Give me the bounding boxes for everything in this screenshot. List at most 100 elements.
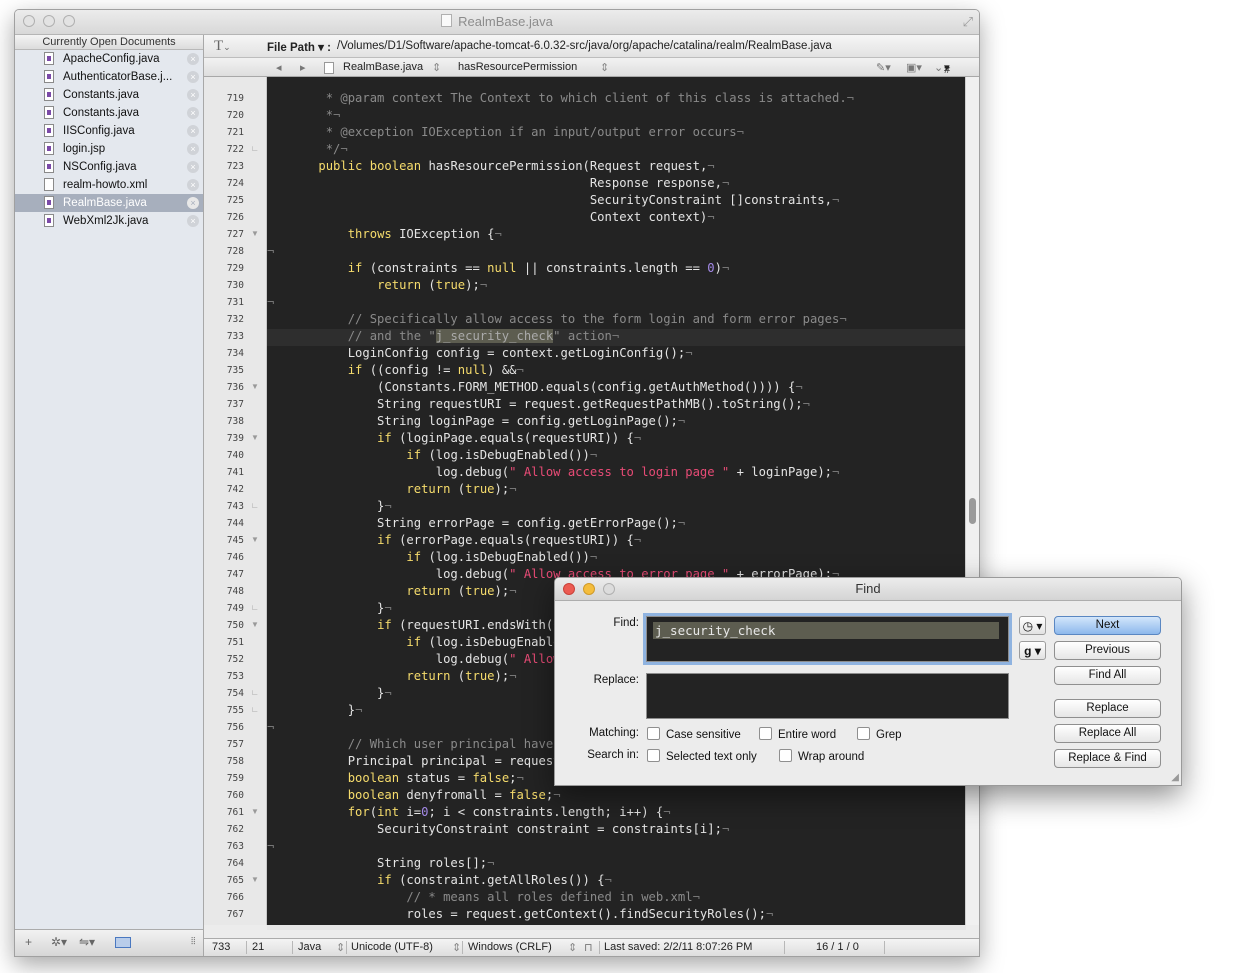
case-sensitive-checkbox[interactable]: Case sensitive	[647, 727, 741, 741]
entire-word-box[interactable]	[759, 727, 772, 740]
close-document-icon[interactable]: ×	[187, 53, 199, 65]
close-document-icon[interactable]: ×	[187, 107, 199, 119]
forward-arrow-icon[interactable]: ▸	[300, 61, 306, 74]
vertical-scrollbar[interactable]	[965, 77, 979, 925]
close-document-icon[interactable]: ×	[187, 215, 199, 227]
code-line[interactable]: SecurityConstraint constraint = constrai…	[267, 822, 965, 839]
fold-end-icon[interactable]: ∟	[251, 603, 259, 612]
grep-checkbox[interactable]: Grep	[857, 727, 902, 741]
code-view[interactable]: * @param context The Context to which cl…	[267, 77, 965, 925]
resize-grip-icon[interactable]: ◢	[1171, 772, 1179, 783]
entire-word-checkbox[interactable]: Entire word	[759, 727, 836, 741]
fold-end-icon[interactable]: ∟	[251, 688, 259, 697]
code-line[interactable]: ¬	[267, 839, 965, 856]
gear-icon[interactable]: ✲▾	[51, 935, 67, 949]
fold-open-icon[interactable]: ▼	[251, 535, 259, 544]
code-line[interactable]: Response response,¬	[267, 176, 965, 193]
marker-icon[interactable]: ✎▾	[876, 61, 891, 74]
close-document-icon[interactable]: ×	[187, 143, 199, 155]
document-menu-icon[interactable]: ▣▾	[906, 61, 922, 74]
code-line[interactable]: if (constraint.getAllRoles()) {¬	[267, 873, 965, 890]
file-menu[interactable]: RealmBase.java	[343, 61, 423, 73]
counterpart-icon[interactable]: ⌄	[934, 61, 943, 74]
code-line[interactable]: return (true);¬	[267, 482, 965, 499]
document-item[interactable]: IISConfig.java ×	[15, 122, 203, 140]
fold-end-icon[interactable]: ∟	[251, 501, 259, 510]
fold-open-icon[interactable]: ▼	[251, 229, 259, 238]
find-close-button[interactable]	[563, 583, 575, 595]
fold-open-icon[interactable]: ▼	[251, 620, 259, 629]
scrollbar-thumb[interactable]	[969, 498, 976, 524]
wrap-around-box[interactable]	[779, 749, 792, 762]
code-line[interactable]: if (errorPage.equals(requestURI)) {¬	[267, 533, 965, 550]
code-line[interactable]: ¬	[267, 244, 965, 261]
find-all-button[interactable]: Find All	[1054, 666, 1161, 685]
grep-patterns-button[interactable]: g ▾	[1019, 641, 1046, 660]
code-line[interactable]: if (log.isDebugEnabled())¬	[267, 550, 965, 567]
fold-open-icon[interactable]: ▼	[251, 433, 259, 442]
selected-text-only-checkbox[interactable]: Selected text only	[647, 749, 757, 763]
fold-open-icon[interactable]: ▼	[251, 875, 259, 884]
replace-field[interactable]	[646, 673, 1009, 719]
code-line[interactable]: String loginPage = config.getLoginPage()…	[267, 414, 965, 431]
line-endings-chevron-icon[interactable]: ⇕	[568, 941, 577, 954]
code-line[interactable]: * @param context The Context to which cl…	[267, 91, 965, 108]
document-item[interactable]: ApacheConfig.java ×	[15, 50, 203, 68]
resize-grip-icon[interactable]: ⦙⦙	[191, 936, 195, 947]
replace-button[interactable]: Replace	[1054, 699, 1161, 718]
find-zoom-button[interactable]	[603, 583, 615, 595]
code-line[interactable]: LoginConfig config = context.getLoginCon…	[267, 346, 965, 363]
fold-open-icon[interactable]: ▼	[251, 382, 259, 391]
function-menu[interactable]: hasResourcePermission	[458, 61, 577, 73]
code-line[interactable]: Context context)¬	[267, 210, 965, 227]
document-item[interactable]: login.jsp ×	[15, 140, 203, 158]
document-item[interactable]: RealmBase.java ×	[15, 194, 203, 212]
language-menu[interactable]: Java	[298, 941, 321, 953]
code-line[interactable]: ¬	[267, 295, 965, 312]
horizontal-scrollbar[interactable]	[267, 925, 966, 930]
action-menu-icon[interactable]: ⇋▾	[79, 935, 95, 949]
back-arrow-icon[interactable]: ◂	[276, 61, 282, 74]
code-line[interactable]: (Constants.FORM_METHOD.equals(config.get…	[267, 380, 965, 397]
text-options-icon[interactable]: T⌄	[214, 38, 231, 55]
document-item[interactable]: Constants.java ×	[15, 86, 203, 104]
lock-icon[interactable]: ⊓	[584, 941, 593, 954]
close-document-icon[interactable]: ×	[187, 197, 199, 209]
close-document-icon[interactable]: ×	[187, 89, 199, 101]
find-field[interactable]: j_security_check	[643, 613, 1012, 665]
find-minimize-button[interactable]	[583, 583, 595, 595]
code-line[interactable]: if (constraints == null || constraints.l…	[267, 261, 965, 278]
hash-menu[interactable]: # ▾	[944, 61, 950, 76]
code-line[interactable]: * @exception IOException if an input/out…	[267, 125, 965, 142]
document-item[interactable]: WebXml2Jk.java ×	[15, 212, 203, 230]
find-field-value[interactable]: j_security_check	[653, 622, 999, 639]
code-line[interactable]: String roles[];¬	[267, 856, 965, 873]
code-line[interactable]: if (log.isDebugEnabled())¬	[267, 448, 965, 465]
close-document-icon[interactable]: ×	[187, 125, 199, 137]
file-path-menu[interactable]: File Path ▾ :	[267, 40, 331, 54]
add-icon[interactable]: +	[25, 935, 32, 949]
selected-text-only-box[interactable]	[647, 749, 660, 762]
wrap-around-checkbox[interactable]: Wrap around	[779, 749, 864, 763]
document-item[interactable]: Constants.java ×	[15, 104, 203, 122]
code-line[interactable]: if ((config != null) &&¬	[267, 363, 965, 380]
close-document-icon[interactable]: ×	[187, 161, 199, 173]
code-line[interactable]: roles = request.getContext().findSecurit…	[267, 907, 965, 924]
function-menu-chevron-icon[interactable]: ⇕	[600, 61, 609, 74]
close-document-icon[interactable]: ×	[187, 71, 199, 83]
sidebar-toggle-icon[interactable]	[115, 937, 131, 948]
code-line[interactable]: throws IOException {¬	[267, 227, 965, 244]
encoding-menu[interactable]: Unicode (UTF-8)	[351, 941, 433, 953]
line-endings-menu[interactable]: Windows (CRLF)	[468, 941, 552, 953]
code-line[interactable]: public boolean hasResourcePermission(Req…	[267, 159, 965, 176]
code-line[interactable]: // * means all roles defined in web.xml¬	[267, 890, 965, 907]
code-line[interactable]: String errorPage = config.getErrorPage()…	[267, 516, 965, 533]
replace-all-button[interactable]: Replace All	[1054, 724, 1161, 743]
previous-button[interactable]: Previous	[1054, 641, 1161, 660]
code-line[interactable]: */¬	[267, 142, 965, 159]
search-history-button[interactable]: ◷ ▾	[1019, 616, 1046, 635]
language-chevron-icon[interactable]: ⇕	[336, 941, 345, 954]
code-line[interactable]: for(int i=0; i < constraints.length; i++…	[267, 805, 965, 822]
fold-end-icon[interactable]: ∟	[251, 144, 259, 153]
close-document-icon[interactable]: ×	[187, 179, 199, 191]
